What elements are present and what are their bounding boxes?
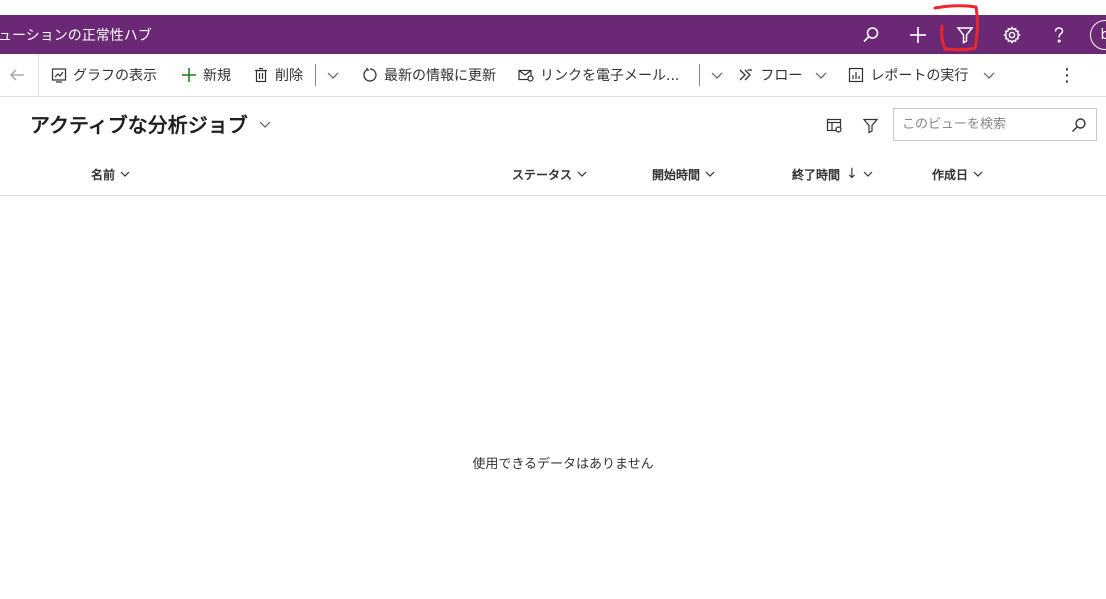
new-label: 新規	[203, 68, 231, 84]
gear-icon	[1002, 25, 1021, 44]
show-chart-label: グラフの表示	[73, 68, 157, 84]
column-label: 終了時間	[792, 167, 841, 182]
filter-button[interactable]	[941, 15, 988, 54]
more-commands-dropdown[interactable]	[316, 68, 348, 82]
column-label: 開始時間	[652, 167, 701, 182]
search-icon	[1072, 117, 1086, 132]
show-chart-button[interactable]: グラフの表示	[39, 54, 165, 97]
search-input[interactable]	[894, 117, 1064, 132]
plus-icon	[909, 26, 926, 43]
flow-button[interactable]: フロー	[738, 54, 810, 97]
chevron-down-icon	[815, 72, 827, 79]
app-title: ューションの正常性ハブ	[0, 27, 152, 44]
delete-label: 削除	[275, 68, 303, 84]
run-report-button[interactable]: レポートの実行	[848, 54, 976, 97]
chevron-down-icon	[983, 72, 995, 79]
column-label: 名前	[91, 167, 116, 182]
refresh-icon	[363, 67, 377, 82]
view-selector[interactable]: アクティブな分析ジョブ	[30, 109, 272, 138]
view-tools	[816, 113, 888, 137]
grid-header: 名前 ステータス 開始時間 終了時間 ↓ 作成日	[0, 152, 1106, 196]
top-strip	[0, 0, 1106, 15]
new-record-button[interactable]: 新規	[165, 54, 239, 97]
column-header-created[interactable]: 作成日	[932, 152, 984, 196]
chevron-down-icon	[973, 171, 983, 177]
back-button[interactable]	[0, 54, 38, 97]
app-header: ューションの正常性ハブ b	[0, 15, 1106, 54]
plus-icon	[182, 68, 196, 82]
empty-state-message: 使用できるデータはありません	[472, 457, 654, 472]
help-button[interactable]	[1035, 15, 1082, 54]
search-button[interactable]	[847, 15, 894, 54]
report-dropdown[interactable]	[976, 68, 1002, 82]
column-header-name[interactable]: 名前	[91, 152, 131, 196]
column-header-status[interactable]: ステータス	[512, 152, 588, 196]
trash-icon	[255, 67, 267, 83]
view-title: アクティブな分析ジョブ	[30, 113, 248, 137]
settings-button[interactable]	[988, 15, 1035, 54]
user-avatar[interactable]: b	[1090, 19, 1106, 50]
column-label: 作成日	[932, 167, 969, 182]
email-options-dropdown[interactable]	[700, 68, 738, 82]
email-link-label: リンクを電子メール...	[540, 68, 680, 84]
filter-icon	[862, 118, 878, 133]
edit-columns-button[interactable]	[816, 113, 852, 137]
column-header-start-time[interactable]: 開始時間	[652, 152, 716, 196]
column-header-end-time[interactable]: 終了時間 ↓	[792, 152, 874, 196]
run-report-label: レポートの実行	[870, 68, 969, 84]
command-bar: グラフの表示 新規 削除 最新の情報に更新 リンクを電子メール... フロー レ…	[0, 53, 1106, 97]
flow-icon	[739, 69, 753, 81]
flow-dropdown[interactable]	[810, 68, 848, 82]
new-button[interactable]	[894, 15, 941, 54]
chevron-down-icon	[327, 72, 339, 79]
search-icon	[862, 26, 878, 42]
column-label: ステータス	[512, 167, 573, 182]
delete-button[interactable]: 削除	[239, 54, 311, 97]
sort-descending-icon: ↓	[846, 166, 858, 182]
chevron-down-icon	[120, 171, 130, 177]
chevron-down-icon	[705, 171, 715, 177]
flow-label: フロー	[760, 68, 803, 84]
header-icons: b	[847, 15, 1106, 54]
search-submit-button[interactable]	[1064, 117, 1094, 133]
chevron-down-icon	[863, 171, 873, 177]
chevron-down-icon	[259, 121, 271, 128]
refresh-label: 最新の情報に更新	[384, 68, 496, 84]
view-filter-button[interactable]	[852, 113, 888, 137]
chart-icon	[51, 68, 67, 83]
filter-icon	[955, 26, 974, 44]
refresh-button[interactable]: 最新の情報に更新	[348, 54, 504, 97]
more-options-button[interactable]: ⋮	[1048, 65, 1106, 86]
report-icon	[849, 67, 864, 83]
view-search	[893, 108, 1097, 141]
chevron-down-icon	[711, 72, 723, 79]
help-icon	[1054, 26, 1063, 43]
chevron-down-icon	[577, 171, 587, 177]
email-link-button[interactable]: リンクを電子メール...	[504, 54, 687, 97]
email-link-icon	[518, 69, 534, 82]
arrow-left-icon	[10, 69, 24, 81]
edit-columns-icon	[826, 118, 842, 133]
